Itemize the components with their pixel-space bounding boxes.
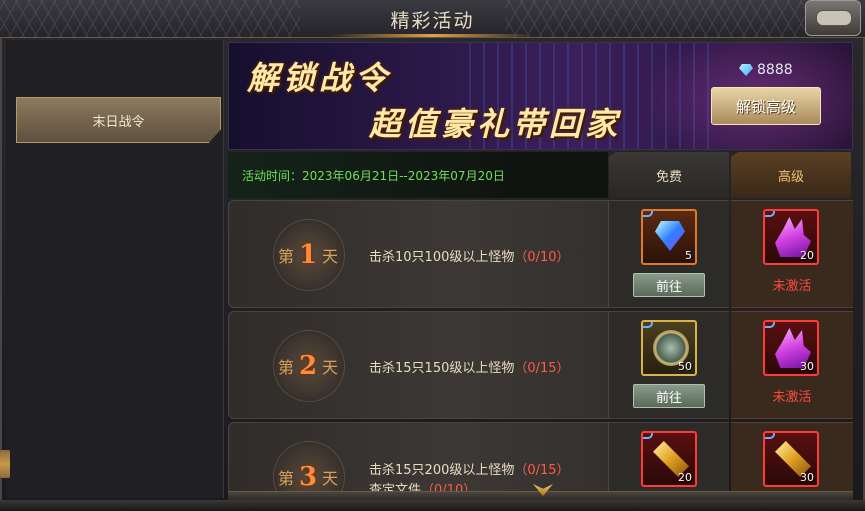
title-glow: [330, 34, 535, 37]
free-reward-cell: 5 前往: [609, 200, 729, 308]
go-button[interactable]: 前往: [633, 384, 705, 408]
task-text: 击杀15只200级以上怪物: [369, 463, 515, 478]
diamond-balance: 8888: [739, 62, 793, 78]
item-count: 20: [800, 249, 814, 262]
title-bar: 精彩活动: [0, 0, 865, 38]
task-description: 击杀15只200级以上怪物（0/15）: [369, 459, 570, 478]
sidebar-item-doomsday-pass[interactable]: 末日战令: [16, 97, 221, 143]
activity-time-label: 活动时间：: [242, 168, 303, 183]
free-reward-cell: 20: [609, 422, 729, 492]
free-reward-item[interactable]: 20: [641, 431, 697, 487]
task-text: 击杀10只100级以上怪物: [369, 250, 515, 265]
advanced-reward-item[interactable]: 20: [763, 209, 819, 265]
item-count: 5: [685, 249, 692, 262]
task-panel: 第 2 天 击杀15只150级以上怪物（0/15）: [228, 311, 609, 419]
column-header-free: 免费: [609, 152, 729, 198]
day-number: 1: [298, 240, 318, 270]
close-button[interactable]: [805, 0, 861, 36]
task-panel: 第 3 天 击杀15只200级以上怪物（0/15） 查定文件（0/10）: [228, 422, 609, 492]
advanced-reward-item[interactable]: 30: [763, 320, 819, 376]
activity-time: 活动时间： 2023年06月21日--2023年07月20日: [228, 152, 608, 198]
advanced-reward-item[interactable]: 30: [763, 431, 819, 487]
list-item: 第 2 天 击杀15只150级以上怪物（0/15） 50 前往 30 未激活: [228, 311, 853, 419]
free-reward-item[interactable]: 5: [641, 209, 697, 265]
inactive-status: 未激活: [772, 279, 812, 294]
task-progress: （0/15）: [514, 361, 570, 376]
day-number: 3: [298, 462, 318, 492]
item-count: 20: [678, 471, 692, 484]
blue-gem-icon: [655, 221, 685, 251]
link-icon: [765, 433, 775, 439]
item-count: 30: [800, 471, 814, 484]
task-progress: （0/15）: [514, 463, 570, 478]
link-icon: [643, 433, 653, 439]
left-handle-deco: [0, 450, 10, 478]
day-badge: 第 3 天: [259, 441, 357, 492]
diamond-icon: [739, 64, 753, 76]
link-icon: [765, 322, 775, 328]
sidebar: 末日战令: [6, 40, 224, 498]
diamond-amount: 8888: [757, 62, 793, 78]
day-number: 2: [298, 351, 318, 381]
banner-subtitle: 超值豪礼带回家: [369, 105, 622, 143]
list-item: 第 1 天 击杀10只100级以上怪物（0/10） 5 前往 20 未激活: [228, 200, 853, 308]
day-prefix: 第: [277, 358, 294, 377]
free-reward-cell: 50 前往: [609, 311, 729, 419]
task-description: 击杀15只150级以上怪物（0/15）: [369, 357, 570, 376]
inactive-status: 未激活: [772, 390, 812, 405]
reward-list[interactable]: 活动时间： 2023年06月21日--2023年07月20日 免费 高级 第 1…: [228, 152, 853, 492]
day-suffix: 天: [322, 469, 339, 488]
activity-time-value: 2023年06月21日--2023年07月20日: [302, 168, 505, 183]
item-count: 30: [800, 360, 814, 373]
link-icon: [643, 322, 653, 328]
day-suffix: 天: [322, 247, 339, 266]
task-panel: 第 1 天 击杀10只100级以上怪物（0/10）: [228, 200, 609, 308]
day-prefix: 第: [277, 247, 294, 266]
column-header-advanced: 高级: [731, 152, 851, 198]
go-button[interactable]: 前往: [633, 273, 705, 297]
window-bottom-frame: [0, 500, 865, 511]
list-item: 第 3 天 击杀15只200级以上怪物（0/15） 查定文件（0/10） 20: [228, 422, 853, 492]
task-text: 击杀15只150级以上怪物: [369, 361, 515, 376]
link-icon: [765, 211, 775, 217]
advanced-reward-cell: 20 未激活: [731, 200, 853, 308]
day-badge: 第 2 天: [259, 330, 357, 402]
task-description: 击杀10只100级以上怪物（0/10）: [369, 246, 570, 265]
item-count: 50: [678, 360, 692, 373]
day-suffix: 天: [322, 358, 339, 377]
advanced-reward-cell: 30 未激活: [731, 311, 853, 419]
link-icon: [643, 211, 653, 217]
day-badge: 第 1 天: [259, 219, 357, 291]
day-prefix: 第: [277, 469, 294, 488]
unlock-advanced-button[interactable]: 解锁高级: [711, 87, 821, 125]
task-progress: （0/10）: [514, 250, 570, 265]
window-title: 精彩活动: [390, 10, 475, 32]
free-reward-item[interactable]: 50: [641, 320, 697, 376]
banner: 解锁战令 超值豪礼带回家 8888 解锁高级: [228, 42, 853, 150]
advanced-reward-cell: 30: [731, 422, 853, 492]
banner-title: 解锁战令: [247, 59, 392, 97]
